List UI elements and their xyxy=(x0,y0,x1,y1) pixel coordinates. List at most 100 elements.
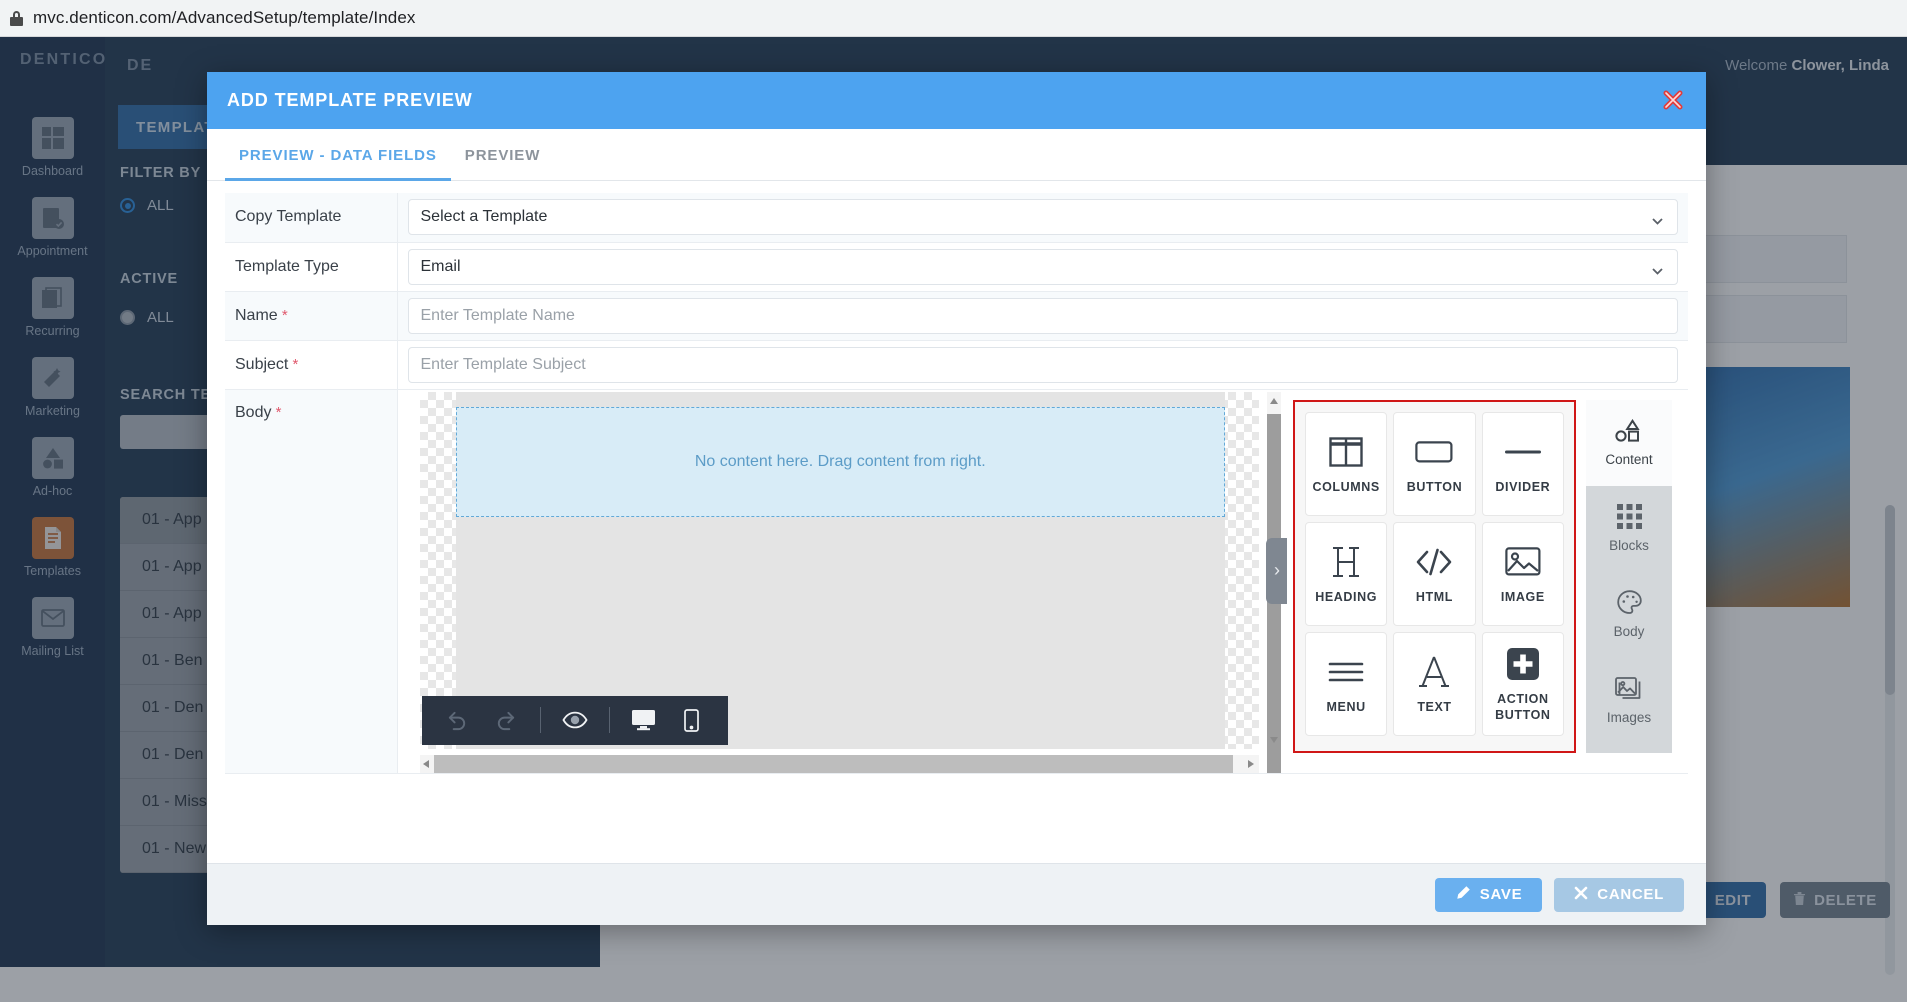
dialog-footer: SAVE CANCEL xyxy=(207,863,1706,925)
form-row-template-type: Template Type Email xyxy=(225,242,1688,291)
dialog-title: ADD TEMPLATE PREVIEW xyxy=(227,90,473,111)
dropzone-text: No content here. Drag content from right… xyxy=(695,453,986,471)
images-icon xyxy=(1615,677,1643,704)
palette-icon xyxy=(1617,590,1642,618)
chevron-down-icon xyxy=(1652,262,1663,269)
lock-icon xyxy=(10,11,23,26)
dialog-form: Copy Template Select a Template xyxy=(207,181,1706,863)
application-background: DENTICON Dashboard Appointment xyxy=(0,37,1907,1002)
palette-item-menu[interactable]: MENU xyxy=(1305,632,1387,736)
redo-icon[interactable] xyxy=(484,700,528,740)
template-type-select[interactable]: Email xyxy=(408,249,1679,285)
divider-icon xyxy=(1505,432,1541,472)
preview-eye-icon[interactable] xyxy=(553,700,597,740)
menu-icon xyxy=(1328,652,1364,692)
copy-template-label-cell: Copy Template xyxy=(225,193,397,242)
palette-label: COLUMNS xyxy=(1312,480,1379,496)
add-template-preview-dialog: ADD TEMPLATE PREVIEW PREVIEW - DATA FIEL… xyxy=(207,72,1706,925)
blocks-grid-icon xyxy=(1617,504,1642,532)
palette-item-action-button[interactable]: ACTION BUTTON xyxy=(1482,632,1564,736)
form-row-body: Body * No content here. Drag content xyxy=(225,389,1688,773)
close-icon[interactable] xyxy=(1662,89,1684,111)
copy-template-value-cell: Select a Template xyxy=(397,193,1688,242)
rail-label: Images xyxy=(1607,710,1651,725)
palette-item-html[interactable]: HTML xyxy=(1393,522,1475,626)
palette-item-heading[interactable]: HEADING xyxy=(1305,522,1387,626)
pencil-icon xyxy=(1455,885,1471,905)
scroll-right-icon xyxy=(1248,760,1254,768)
palette-item-columns[interactable]: COLUMNS xyxy=(1305,412,1387,516)
subject-placeholder: Enter Template Subject xyxy=(421,356,586,374)
rail-item-blocks[interactable]: Blocks xyxy=(1586,486,1672,572)
required-marker: * xyxy=(271,404,281,421)
palette-label: MENU xyxy=(1327,700,1366,716)
template-type-value-cell: Email xyxy=(397,242,1688,291)
rail-item-content[interactable]: Content xyxy=(1586,400,1672,486)
html-icon xyxy=(1415,542,1453,582)
subject-label-cell: Subject * xyxy=(225,340,397,389)
palette-item-image[interactable]: IMAGE xyxy=(1482,522,1564,626)
palette-label: HEADING xyxy=(1315,590,1377,606)
rail-item-images[interactable]: Images xyxy=(1586,658,1672,744)
email-editor: No content here. Drag content from right… xyxy=(398,390,1689,773)
save-button-label: SAVE xyxy=(1480,886,1523,903)
palette-item-button[interactable]: BUTTON xyxy=(1393,412,1475,516)
name-label-cell: Name * xyxy=(225,291,397,340)
palette-label: DIVIDER xyxy=(1495,480,1550,496)
body-label: Body xyxy=(235,404,271,421)
subject-value-cell: Enter Template Subject xyxy=(397,340,1688,389)
dialog-header: ADD TEMPLATE PREVIEW xyxy=(207,72,1706,129)
palette-label: HTML xyxy=(1416,590,1453,606)
template-type-label-cell: Template Type xyxy=(225,242,397,291)
scroll-up-icon xyxy=(1270,398,1278,404)
rail-label: Blocks xyxy=(1609,538,1649,553)
editor-horizontal-scrollbar[interactable] xyxy=(420,755,1260,773)
browser-url-bar[interactable]: mvc.denticon.com/AdvancedSetup/template/… xyxy=(0,0,1907,37)
heading-icon xyxy=(1329,542,1363,582)
text-icon xyxy=(1418,652,1450,692)
mobile-icon[interactable] xyxy=(670,700,714,740)
save-button[interactable]: SAVE xyxy=(1435,878,1543,912)
copy-template-select[interactable]: Select a Template xyxy=(408,199,1679,235)
copy-template-value: Select a Template xyxy=(421,208,548,226)
palette-label: IMAGE xyxy=(1501,590,1545,606)
copy-template-label: Copy Template xyxy=(235,208,341,225)
columns-icon xyxy=(1329,432,1363,472)
action-button-icon xyxy=(1507,644,1539,684)
palette-item-divider[interactable]: DIVIDER xyxy=(1482,412,1564,516)
rail-label: Content xyxy=(1605,452,1652,467)
scroll-down-icon xyxy=(1270,737,1278,743)
editor-toolbar xyxy=(422,696,728,745)
form-table: Copy Template Select a Template xyxy=(225,193,1688,774)
tab-preview[interactable]: PREVIEW xyxy=(451,129,554,181)
toolbar-divider xyxy=(609,707,610,733)
rail-item-body[interactable]: Body xyxy=(1586,572,1672,658)
desktop-icon[interactable] xyxy=(622,700,666,740)
template-type-value: Email xyxy=(421,258,461,276)
form-row-copy-template: Copy Template Select a Template xyxy=(225,193,1688,242)
content-palette: COLUMNS BUTTON xyxy=(1293,400,1576,753)
name-input[interactable]: Enter Template Name xyxy=(408,298,1679,334)
name-value-cell: Enter Template Name xyxy=(397,291,1688,340)
horizontal-scroll-thumb xyxy=(434,755,1234,773)
undo-icon[interactable] xyxy=(436,700,480,740)
editor-dropzone[interactable]: No content here. Drag content from right… xyxy=(456,407,1226,517)
chevron-right-icon[interactable]: › xyxy=(1266,538,1287,604)
body-editor-cell: No content here. Drag content from right… xyxy=(397,389,1688,773)
template-type-label: Template Type xyxy=(235,258,339,275)
palette-item-text[interactable]: TEXT xyxy=(1393,632,1475,736)
x-icon xyxy=(1574,886,1588,904)
palette-label: BUTTON xyxy=(1407,480,1462,496)
cancel-button-label: CANCEL xyxy=(1597,886,1664,903)
toolbar-divider xyxy=(540,707,541,733)
url-text: mvc.denticon.com/AdvancedSetup/template/… xyxy=(33,8,416,28)
scroll-left-icon xyxy=(423,760,429,768)
body-label-cell: Body * xyxy=(225,389,397,773)
subject-input[interactable]: Enter Template Subject xyxy=(408,347,1679,383)
button-icon xyxy=(1415,432,1453,472)
form-row-subject: Subject * Enter Template Subject xyxy=(225,340,1688,389)
name-placeholder: Enter Template Name xyxy=(421,307,575,325)
cancel-button[interactable]: CANCEL xyxy=(1554,878,1684,912)
tab-preview-data-fields[interactable]: PREVIEW - DATA FIELDS xyxy=(225,129,451,181)
rail-label: Body xyxy=(1614,624,1645,639)
